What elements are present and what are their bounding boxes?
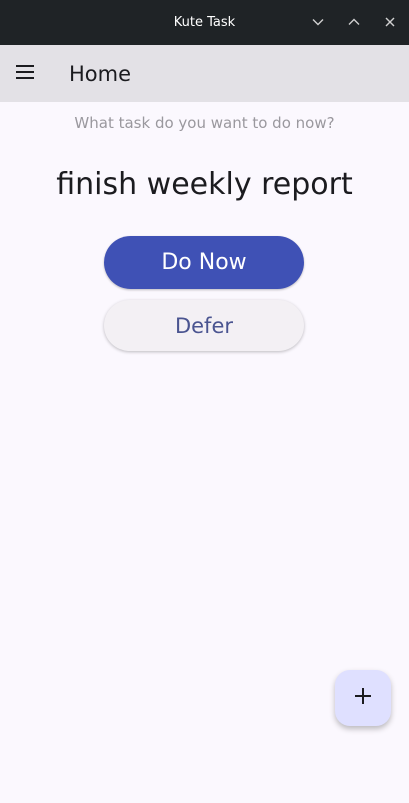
app-window: Kute Task Home What task do you want to … [0,0,409,803]
do-now-button[interactable]: Do Now [104,236,304,289]
page-title: Home [69,62,132,86]
current-task-name: finish weekly report [56,167,353,202]
close-button[interactable] [380,12,400,32]
chevron-up-icon [348,18,360,26]
add-task-button[interactable] [335,670,391,726]
close-icon [385,17,395,27]
plus-icon [355,688,371,708]
title-bar: Kute Task [0,0,409,45]
task-prompt: What task do you want to do now? [74,114,335,132]
maximize-button[interactable] [344,12,364,32]
chevron-down-icon [312,18,324,26]
hamburger-menu-icon [16,64,34,83]
menu-button[interactable] [8,53,42,93]
app-bar: Home [0,45,409,102]
defer-button[interactable]: Defer [104,300,304,351]
minimize-button[interactable] [308,12,328,32]
